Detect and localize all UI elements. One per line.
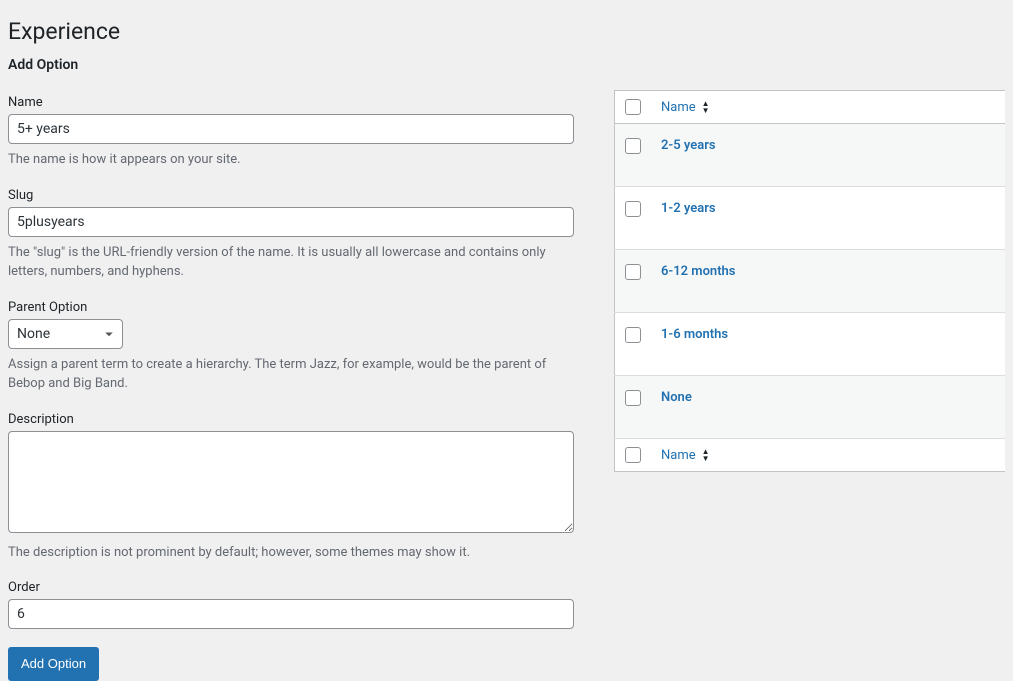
- page-title: Experience: [8, 18, 574, 45]
- name-input[interactable]: [8, 114, 574, 144]
- slug-label: Slug: [8, 188, 574, 203]
- slug-input[interactable]: [8, 207, 574, 237]
- row-checkbox[interactable]: [625, 201, 641, 217]
- slug-help: The "slug" is the URL-friendly version o…: [8, 243, 568, 282]
- name-column-sort-bottom[interactable]: Name ▲▼: [661, 448, 710, 463]
- row-title-link[interactable]: 1-6 months: [661, 327, 728, 342]
- row-checkbox[interactable]: [625, 264, 641, 280]
- name-column-sort-top[interactable]: Name ▲▼: [661, 100, 710, 115]
- row-title-link[interactable]: 2-5 years: [661, 138, 716, 153]
- name-help: The name is how it appears on your site.: [8, 150, 568, 170]
- row-title-link[interactable]: 6-12 months: [661, 264, 736, 279]
- name-label: Name: [8, 95, 574, 110]
- description-textarea[interactable]: [8, 431, 574, 533]
- select-all-checkbox-top[interactable]: [625, 99, 641, 115]
- name-column-label-top: Name: [661, 100, 696, 115]
- order-input[interactable]: [8, 599, 574, 629]
- sort-icon: ▲▼: [702, 448, 710, 462]
- sort-icon: ▲▼: [702, 100, 710, 114]
- add-option-button[interactable]: Add Option: [8, 647, 99, 681]
- select-all-checkbox-bottom[interactable]: [625, 447, 641, 463]
- options-table: Name ▲▼ 2-5 years 1-2 years 6-12 months 1-6…: [614, 90, 1005, 472]
- row-title-link[interactable]: None: [661, 390, 692, 405]
- description-label: Description: [8, 412, 574, 427]
- row-checkbox[interactable]: [625, 390, 641, 406]
- parent-select[interactable]: None: [8, 319, 123, 349]
- order-label: Order: [8, 580, 574, 595]
- form-heading: Add Option: [8, 57, 574, 73]
- parent-help: Assign a parent term to create a hierarc…: [8, 355, 568, 394]
- description-help: The description is not prominent by defa…: [8, 543, 568, 563]
- row-checkbox[interactable]: [625, 138, 641, 154]
- table-row: 2-5 years: [615, 124, 1006, 187]
- name-column-label-bottom: Name: [661, 448, 696, 463]
- table-row: 1-2 years: [615, 187, 1006, 250]
- parent-label: Parent Option: [8, 300, 574, 315]
- row-checkbox[interactable]: [625, 327, 641, 343]
- row-title-link[interactable]: 1-2 years: [661, 201, 716, 216]
- table-row: 1-6 months: [615, 313, 1006, 376]
- table-row: None: [615, 376, 1006, 439]
- table-row: 6-12 months: [615, 250, 1006, 313]
